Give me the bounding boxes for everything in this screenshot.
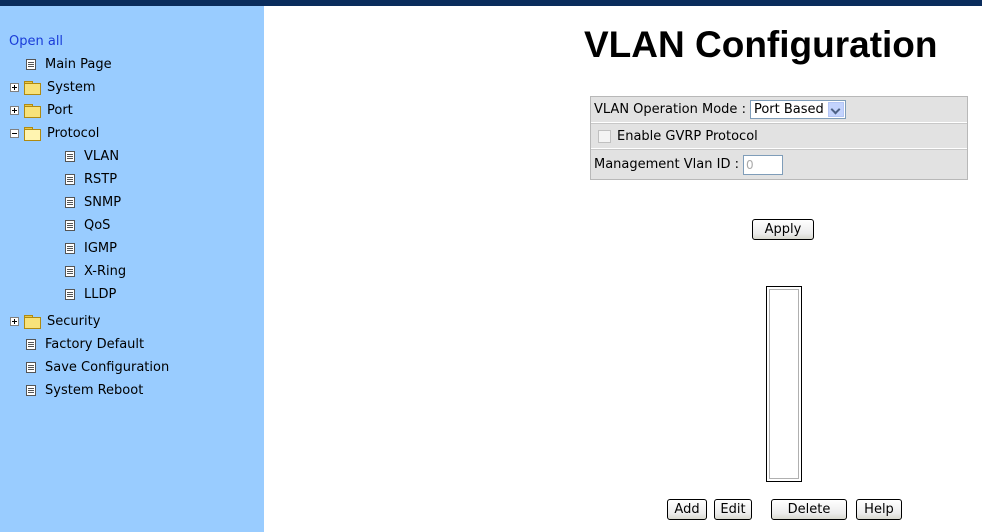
sidebar-item-system[interactable]: System — [10, 76, 95, 98]
page-icon — [26, 361, 36, 373]
sidebar-item-label: Security — [47, 313, 101, 329]
mgmt-vlan-input[interactable]: 0 — [742, 154, 783, 175]
sidebar-item-qos[interactable]: QoS — [65, 214, 110, 236]
open-all-link[interactable]: Open all — [9, 34, 63, 49]
folder-icon — [24, 80, 41, 95]
mgmt-vlan-label: Management Vlan ID : — [594, 157, 739, 172]
page-icon — [65, 265, 75, 277]
sidebar-item-igmp[interactable]: IGMP — [65, 237, 117, 259]
sidebar-item-snmp[interactable]: SNMP — [65, 191, 121, 213]
sidebar-item-label: System — [47, 79, 96, 95]
gvrp-checkbox[interactable] — [598, 129, 611, 143]
vlan-mode-value: Port Based — [753, 102, 824, 117]
sidebar-item-save-configuration[interactable]: Save Configuration — [26, 356, 169, 378]
sidebar-item-label: LLDP — [84, 286, 117, 302]
delete-button[interactable]: Delete — [771, 499, 847, 520]
page-icon — [26, 58, 36, 70]
mgmt-vlan-row: Management Vlan ID : 0 — [591, 149, 967, 179]
sidebar-item-label: Factory Default — [45, 336, 145, 352]
page-icon — [65, 288, 75, 300]
page-icon — [65, 196, 75, 208]
sidebar-item-label: QoS — [84, 217, 111, 233]
sidebar-item-protocol[interactable]: Protocol — [10, 122, 99, 144]
vlan-mode-select[interactable]: Port Based — [749, 100, 846, 119]
sidebar-item-label: X-Ring — [84, 263, 127, 279]
sidebar-item-label: SNMP — [84, 194, 122, 210]
sidebar-item-x-ring[interactable]: X-Ring — [65, 260, 126, 282]
collapse-icon[interactable] — [10, 128, 19, 138]
sidebar-item-label: Main Page — [45, 56, 112, 72]
sidebar-item-label: RSTP — [84, 171, 118, 187]
sidebar-item-port[interactable]: Port — [10, 99, 73, 121]
vlan-mode-row: VLAN Operation Mode : Port Based — [591, 97, 967, 123]
vlan-config-table: VLAN Operation Mode : Port Based Enable … — [590, 96, 968, 180]
sidebar-item-vlan[interactable]: VLAN — [65, 145, 119, 167]
sidebar-item-lldp[interactable]: LLDP — [65, 283, 116, 305]
sidebar-item-label: Save Configuration — [45, 359, 170, 375]
folder-icon — [24, 103, 41, 118]
open-folder-icon — [24, 126, 41, 141]
sidebar-item-rstp[interactable]: RSTP — [65, 168, 117, 190]
expand-icon[interactable] — [10, 105, 19, 115]
sidebar-item-label: VLAN — [84, 148, 120, 164]
add-button[interactable]: Add — [667, 499, 707, 520]
vlan-list[interactable] — [766, 286, 802, 482]
sidebar-item-label: System Reboot — [45, 382, 144, 398]
sidebar-item-label: Protocol — [47, 125, 100, 141]
page-icon — [26, 384, 36, 396]
sidebar-item-label: Port — [47, 102, 73, 118]
sidebar-nav: Open all Main Page System Port Protocol … — [0, 6, 264, 532]
sidebar-item-system-reboot[interactable]: System Reboot — [26, 379, 143, 401]
sidebar-item-factory-default[interactable]: Factory Default — [26, 333, 144, 355]
page-icon — [65, 219, 75, 231]
chevron-down-icon[interactable] — [827, 102, 844, 117]
page-icon — [65, 150, 75, 162]
vlan-list-inner — [769, 289, 799, 479]
gvrp-row: Enable GVRP Protocol — [591, 123, 967, 149]
gvrp-label: Enable GVRP Protocol — [617, 128, 758, 144]
apply-button[interactable]: Apply — [752, 219, 814, 240]
expand-icon[interactable] — [10, 316, 19, 326]
page-icon — [65, 173, 75, 185]
vlan-mode-label: VLAN Operation Mode : — [594, 102, 746, 117]
page-icon — [26, 338, 36, 350]
edit-button[interactable]: Edit — [714, 499, 752, 520]
sidebar-item-security[interactable]: Security — [10, 310, 100, 332]
sidebar-item-main-page[interactable]: Main Page — [26, 53, 112, 75]
page-title: VLAN Configuration — [584, 24, 938, 65]
sidebar-item-label: IGMP — [84, 240, 117, 256]
page-icon — [65, 242, 75, 254]
expand-icon[interactable] — [10, 82, 19, 92]
help-button[interactable]: Help — [856, 499, 902, 520]
folder-icon — [24, 314, 41, 329]
